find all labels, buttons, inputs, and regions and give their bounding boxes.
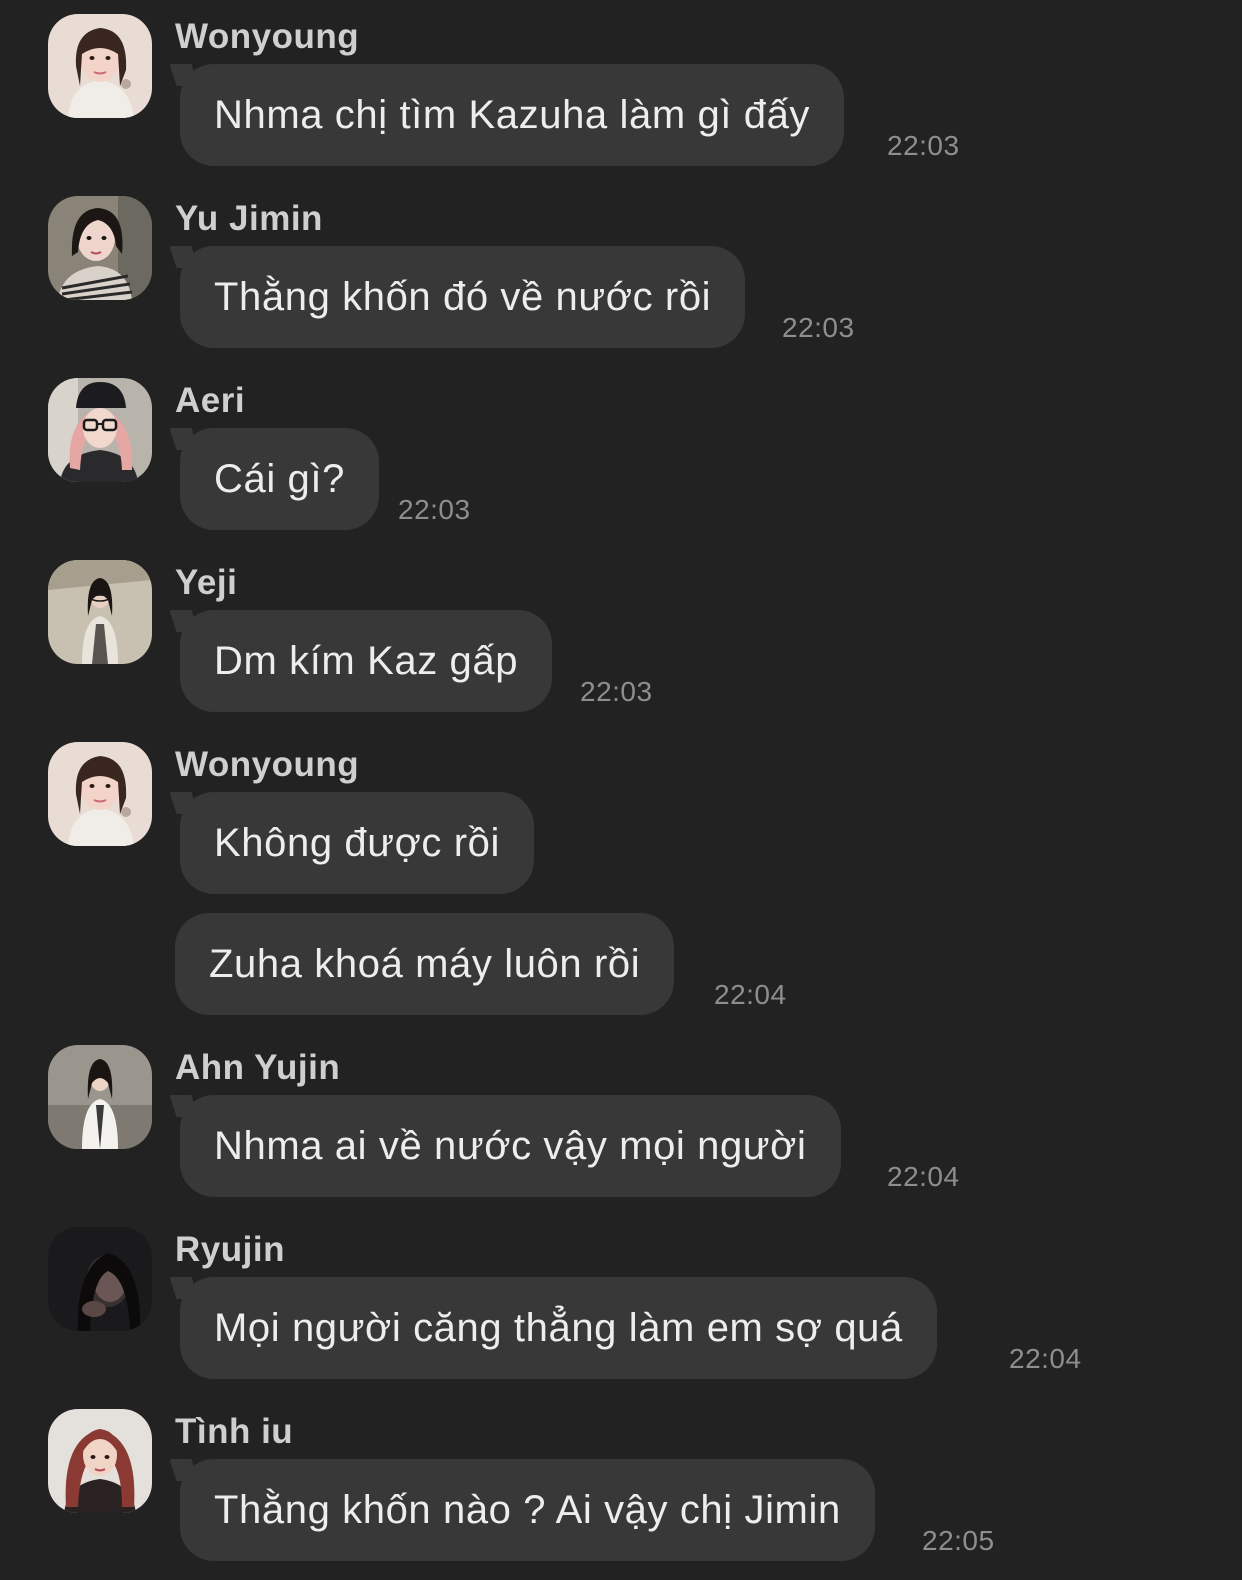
message-time: 22:04 xyxy=(887,1161,960,1192)
message-text: Thằng khốn nào ? Ai vậy chị Jimin xyxy=(214,1487,841,1532)
avatar[interactable] xyxy=(48,1409,152,1513)
message-bubble[interactable]: Thằng khốn đó về nước rồi xyxy=(180,246,746,348)
message-time: 22:03 xyxy=(398,494,471,525)
message-bubble[interactable]: Nhma chị tìm Kazuha làm gì đấy xyxy=(180,64,845,166)
message-time: 22:05 xyxy=(922,1525,995,1556)
message-bubble[interactable]: Dm kím Kaz gấp xyxy=(180,610,553,712)
sender-name: Yeji xyxy=(175,563,238,602)
avatar[interactable] xyxy=(48,14,152,118)
message-text: Dm kím Kaz gấp xyxy=(214,638,519,683)
message-time: 22:04 xyxy=(1009,1343,1082,1374)
message-time: 22:04 xyxy=(714,979,787,1010)
ahn-yujin-avatar-icon xyxy=(48,1045,152,1149)
yu-jimin-avatar-icon xyxy=(48,196,152,300)
avatar[interactable] xyxy=(48,196,152,300)
sender-name: Aeri xyxy=(175,381,246,420)
message-time: 22:03 xyxy=(887,130,960,161)
message-text: Zuha khoá máy luôn rồi xyxy=(209,941,641,986)
chat-message-list[interactable]: Wonyoung Nhma chị tìm Kazuha làm gì đấy … xyxy=(0,0,1242,1580)
message-text: Nhma ai về nước vậy mọi người xyxy=(214,1123,807,1168)
message-text: Thằng khốn đó về nước rồi xyxy=(214,274,712,319)
avatar[interactable] xyxy=(48,742,152,846)
avatar[interactable] xyxy=(48,1045,152,1149)
message-text: Nhma chị tìm Kazuha làm gì đấy xyxy=(214,92,811,137)
message-bubble[interactable]: Cái gì? xyxy=(180,428,379,530)
yeji-avatar-icon xyxy=(48,560,152,664)
message-bubble[interactable]: Thằng khốn nào ? Ai vậy chị Jimin xyxy=(180,1459,875,1561)
message-text: Cái gì? xyxy=(214,456,345,501)
sender-name: Ryujin xyxy=(175,1230,285,1269)
sender-name: Tình iu xyxy=(175,1412,294,1451)
sender-name: Wonyoung xyxy=(175,17,360,56)
message-bubble[interactable]: Mọi người căng thẳng làm em sợ quá xyxy=(180,1277,937,1379)
wonyoung-avatar-icon xyxy=(48,742,152,846)
message-time: 22:03 xyxy=(580,676,653,707)
avatar[interactable] xyxy=(48,560,152,664)
avatar[interactable] xyxy=(48,378,152,482)
sender-name: Wonyoung xyxy=(175,745,360,784)
ryujin-avatar-icon xyxy=(48,1227,152,1331)
message-bubble[interactable]: Nhma ai về nước vậy mọi người xyxy=(180,1095,841,1197)
message-bubble[interactable]: Zuha khoá máy luôn rồi xyxy=(175,913,675,1015)
aeri-avatar-icon xyxy=(48,378,152,482)
message-text: Mọi người căng thẳng làm em sợ quá xyxy=(214,1305,903,1350)
wonyoung-avatar-icon xyxy=(48,14,152,118)
sender-name: Yu Jimin xyxy=(175,199,323,238)
avatar[interactable] xyxy=(48,1227,152,1331)
sender-name: Ahn Yujin xyxy=(175,1048,341,1087)
tinh-iu-avatar-icon xyxy=(48,1409,152,1513)
message-text: Không được rồi xyxy=(214,820,500,865)
message-time: 22:03 xyxy=(782,312,855,343)
message-bubble[interactable]: Không được rồi xyxy=(180,792,534,894)
